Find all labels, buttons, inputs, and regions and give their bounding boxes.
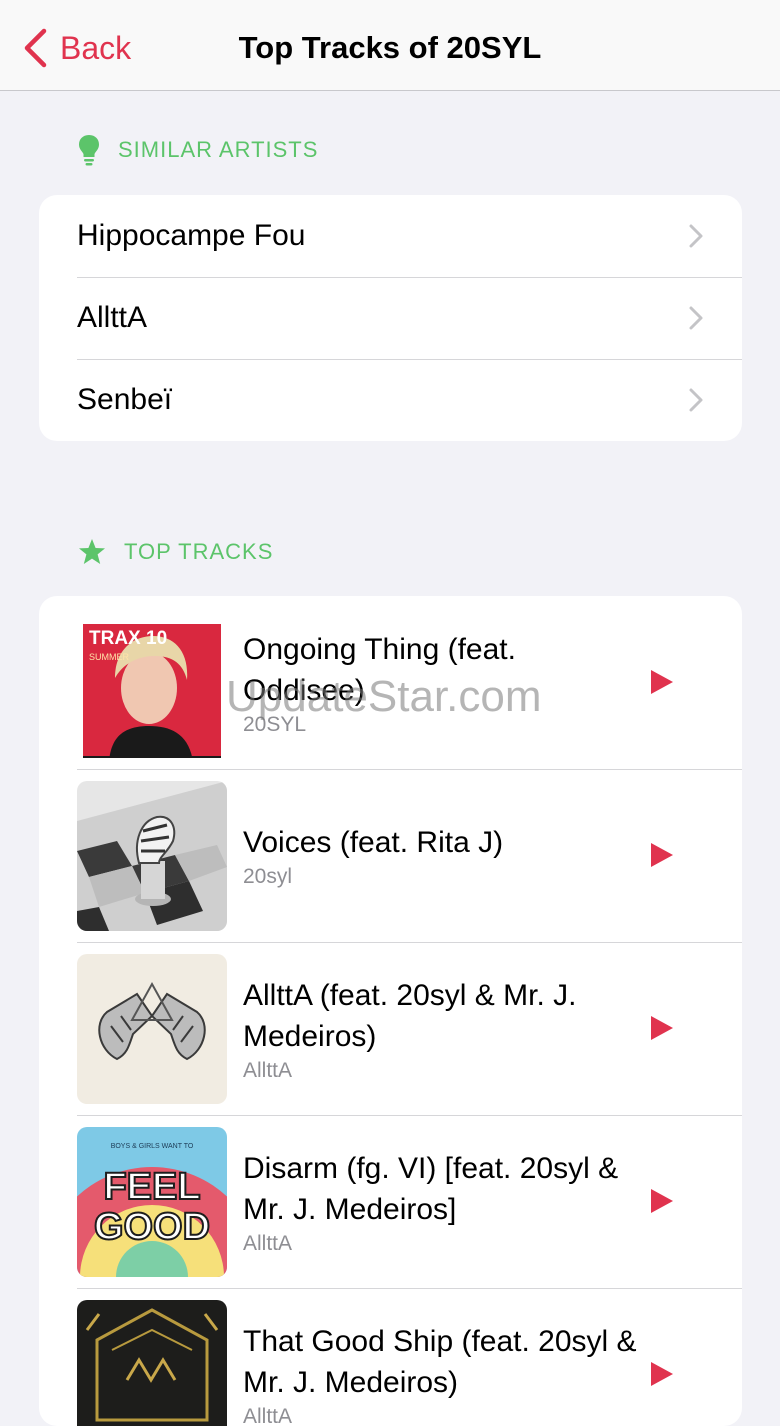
artist-name: Hippocampe Fou xyxy=(77,219,305,253)
page-title: Top Tracks of 20SYL xyxy=(0,24,780,72)
track-row[interactable]: AllttA (feat. 20syl & Mr. J. Medeiros) A… xyxy=(39,942,742,1115)
artist-row[interactable]: AllttA xyxy=(39,277,742,359)
chevron-right-icon xyxy=(688,305,704,331)
chevron-right-icon xyxy=(688,223,704,249)
album-art-subtext: SUMMER xyxy=(89,652,129,662)
track-row[interactable]: That Good Ship (feat. 20syl & Mr. J. Med… xyxy=(39,1288,742,1426)
album-art-tagline: BOYS & GIRLS WANT TO xyxy=(111,1143,194,1150)
top-tracks-label: TOP TRACKS xyxy=(124,539,273,565)
track-artist: AllttA xyxy=(243,1059,643,1083)
top-tracks-list: TRAX 10 SUMMER Ongoing Thing (feat. Oddi… xyxy=(39,596,742,1426)
track-artist: AllttA xyxy=(243,1405,643,1426)
track-info: That Good Ship (feat. 20syl & Mr. J. Med… xyxy=(243,1288,643,1426)
album-art-text: TRAX 10 xyxy=(89,628,167,649)
play-icon[interactable] xyxy=(649,1187,675,1215)
track-info: Voices (feat. Rita J) 20syl xyxy=(243,769,643,942)
track-row[interactable]: TRAX 10 SUMMER Ongoing Thing (feat. Oddi… xyxy=(39,596,742,769)
star-icon xyxy=(78,538,106,566)
track-title: AllttA (feat. 20syl & Mr. J. Medeiros) xyxy=(243,975,643,1057)
track-artist: AllttA xyxy=(243,1232,643,1256)
album-art: BOYS & GIRLS WANT TO FEEL GOOD xyxy=(77,1127,227,1277)
top-tracks-header: TOP TRACKS xyxy=(78,538,273,566)
artist-name: AllttA xyxy=(77,301,147,335)
album-art xyxy=(77,954,227,1104)
track-title: Voices (feat. Rita J) xyxy=(243,822,643,863)
artist-row[interactable]: Hippocampe Fou xyxy=(39,195,742,277)
track-artist: 20SYL xyxy=(243,713,643,737)
track-row[interactable]: Voices (feat. Rita J) 20syl xyxy=(39,769,742,942)
track-title: Ongoing Thing (feat. Oddisee) xyxy=(243,629,643,711)
album-art-text: GOOD xyxy=(94,1206,210,1248)
album-art xyxy=(77,781,227,931)
track-title: That Good Ship (feat. 20syl & Mr. J. Med… xyxy=(243,1321,643,1403)
album-art-text: FEEL xyxy=(103,1166,200,1208)
play-icon[interactable] xyxy=(649,841,675,869)
track-title: Disarm (fg. VI) [feat. 20syl & Mr. J. Me… xyxy=(243,1148,643,1230)
track-info: Disarm (fg. VI) [feat. 20syl & Mr. J. Me… xyxy=(243,1115,643,1288)
chevron-right-icon xyxy=(688,387,704,413)
play-icon[interactable] xyxy=(649,1360,675,1388)
track-info: Ongoing Thing (feat. Oddisee) 20SYL xyxy=(243,596,643,769)
album-art: TRAX 10 SUMMER xyxy=(77,608,227,758)
track-artist: 20syl xyxy=(243,865,643,889)
lightbulb-icon xyxy=(78,134,100,166)
play-icon[interactable] xyxy=(649,1014,675,1042)
similar-artists-header: SIMILAR ARTISTS xyxy=(78,134,318,166)
track-info: AllttA (feat. 20syl & Mr. J. Medeiros) A… xyxy=(243,942,643,1115)
artist-row[interactable]: Senbeï xyxy=(39,359,742,441)
play-icon[interactable] xyxy=(649,668,675,696)
album-art xyxy=(77,1300,227,1426)
track-row[interactable]: BOYS & GIRLS WANT TO FEEL GOOD Disarm (f… xyxy=(39,1115,742,1288)
similar-artists-label: SIMILAR ARTISTS xyxy=(118,137,318,163)
artist-name: Senbeï xyxy=(77,383,172,417)
similar-artists-list: Hippocampe Fou AllttA Senbeï xyxy=(39,195,742,441)
navigation-bar: Back Top Tracks of 20SYL xyxy=(0,0,780,91)
